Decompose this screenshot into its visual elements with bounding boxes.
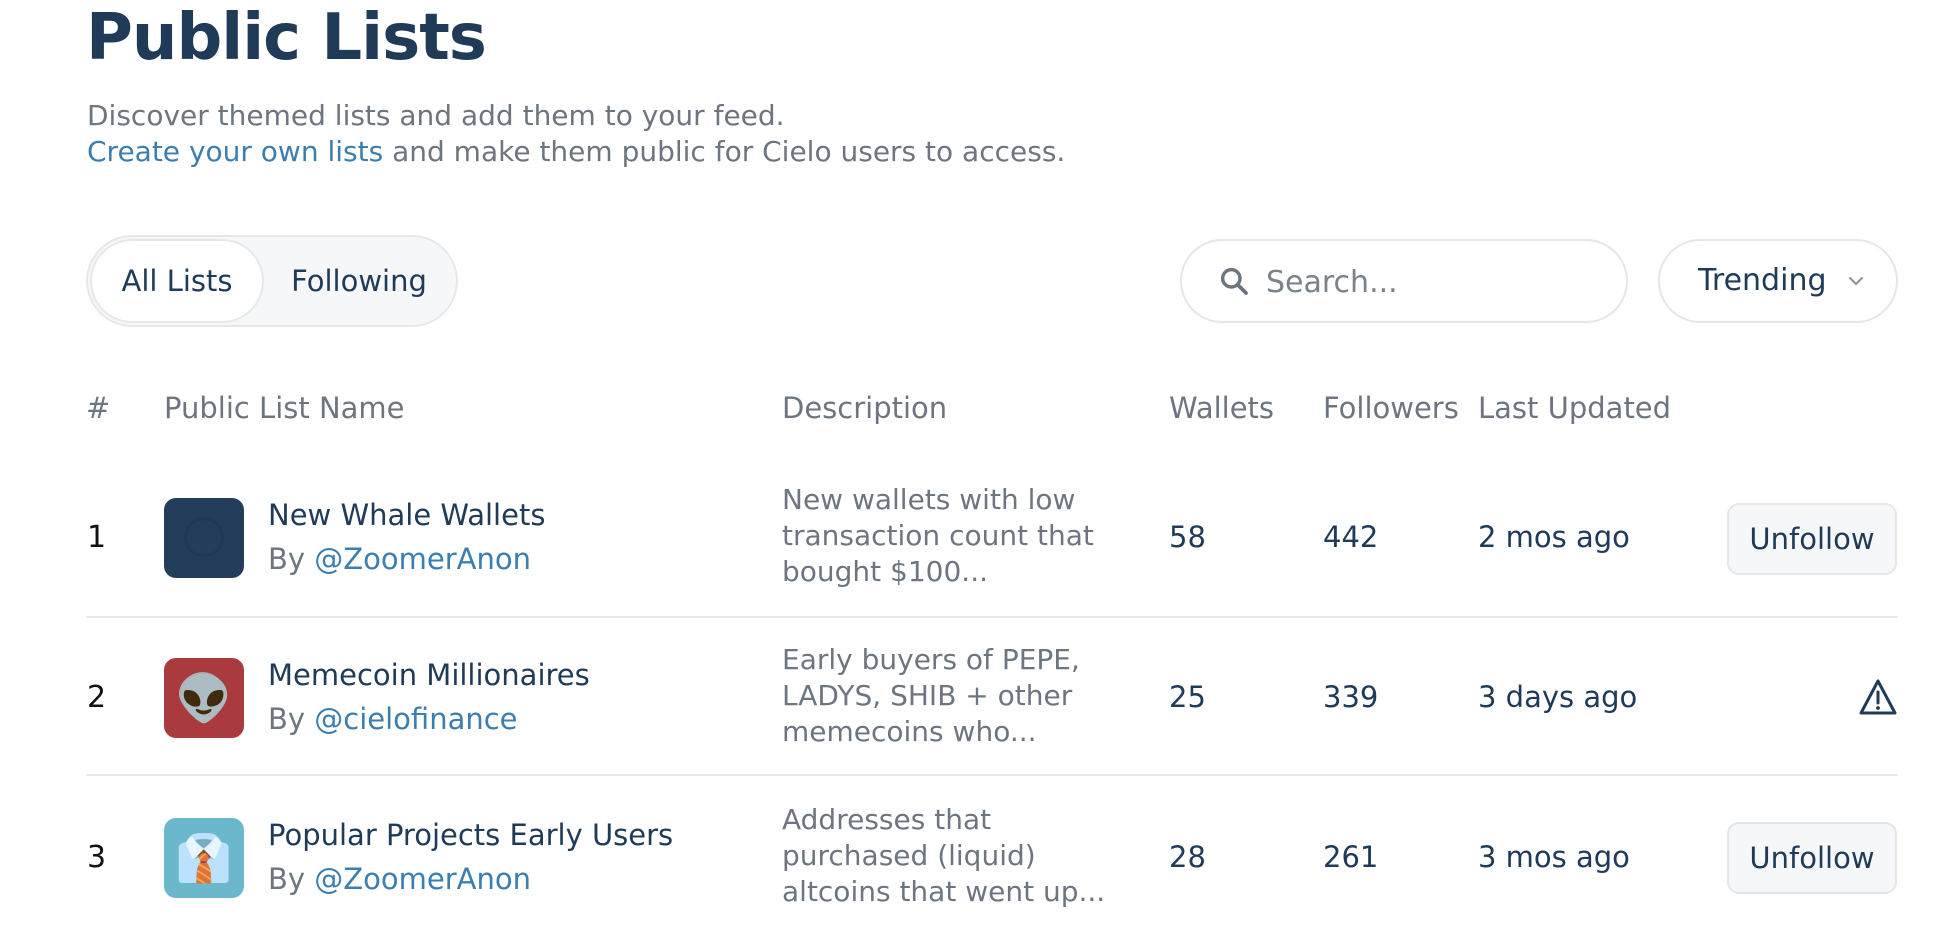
search-icon [1220,267,1248,295]
description-line: transaction count that [782,519,1094,552]
tab-all-lists[interactable]: All Lists [92,241,262,321]
description-line: bought $100... [782,555,989,588]
followers-count: 261 [1323,840,1379,874]
list-avatar: 👔 [164,818,244,898]
column-header-name: Public List Name [164,391,405,425]
page-title: Public Lists [86,1,487,75]
chevron-down-icon [1849,277,1863,285]
warning-icon[interactable] [1858,678,1898,716]
description-line: LADYS, SHIB + other [782,679,1073,712]
page-subtitle: Discover themed lists and add them to yo… [87,99,785,132]
column-header-last-updated: Last Updated [1478,391,1672,425]
table-row[interactable]: 1 🌕 New Whale Wallets By @ZoomerAnon New… [86,460,1898,618]
followers-count: 339 [1323,680,1379,714]
list-name[interactable]: Popular Projects Early Users [268,818,673,852]
create-lists-link[interactable]: Create your own lists [87,135,383,168]
row-rank: 1 [87,520,107,555]
row-rank: 2 [87,680,107,715]
search-box [1180,239,1628,323]
by-label: By [268,542,315,576]
list-description: Early buyers of PEPE, LADYS, SHIB + othe… [782,642,1112,750]
sort-label: Trending [1698,263,1827,298]
table-row[interactable]: 2 👽 Memecoin Millionaires By @cielofinan… [86,618,1898,776]
column-header-followers: Followers [1323,391,1459,425]
list-name[interactable]: New Whale Wallets [268,498,545,532]
list-avatar: 👽 [164,658,244,738]
last-updated: 3 days ago [1478,680,1638,714]
wallets-count: 28 [1169,840,1206,874]
description-line: Early buyers of PEPE, [782,643,1080,676]
followers-count: 442 [1323,520,1379,554]
last-updated: 3 mos ago [1478,840,1630,874]
column-header-description: Description [782,391,948,425]
author-link[interactable]: @cielofinance [314,702,517,736]
unfollow-button[interactable]: Unfollow [1727,503,1897,575]
table-row[interactable]: 3 👔 Popular Projects Early Users By @Zoo… [86,776,1898,934]
page-subtitle-2: Create your own lists and make them publ… [87,134,1065,170]
description-line: purchased (liquid) [782,839,1036,872]
tab-following[interactable]: Following [266,241,452,321]
column-header-wallets: Wallets [1169,391,1275,425]
list-description: New wallets with low transaction count t… [782,482,1112,590]
list-author-line: By @ZoomerAnon [268,862,531,896]
list-name[interactable]: Memecoin Millionaires [268,658,590,692]
list-filter-toggle: All Lists Following [86,235,458,327]
last-updated: 2 mos ago [1478,520,1630,554]
wallets-count: 58 [1169,520,1206,554]
author-link[interactable]: @ZoomerAnon [314,862,531,896]
by-label: By [268,702,315,736]
author-link[interactable]: @ZoomerAnon [314,542,531,576]
sort-dropdown[interactable]: Trending [1658,239,1898,323]
wallets-count: 25 [1169,680,1206,714]
column-header-rank: # [86,391,111,425]
search-input[interactable] [1264,255,1608,309]
by-label: By [268,862,315,896]
unfollow-button[interactable]: Unfollow [1727,822,1897,894]
subtitle-rest: and make them public for Cielo users to … [383,135,1066,168]
list-author-line: By @ZoomerAnon [268,542,531,576]
description-line: Addresses that [782,803,992,836]
list-description: Addresses that purchased (liquid) altcoi… [782,802,1112,910]
description-line: memecoins who... [782,715,1037,748]
description-line: New wallets with low [782,483,1076,516]
description-line: altcoins that went up... [782,875,1106,908]
list-author-line: By @cielofinance [268,702,518,736]
row-rank: 3 [87,840,107,875]
list-avatar: 🌕 [164,498,244,578]
